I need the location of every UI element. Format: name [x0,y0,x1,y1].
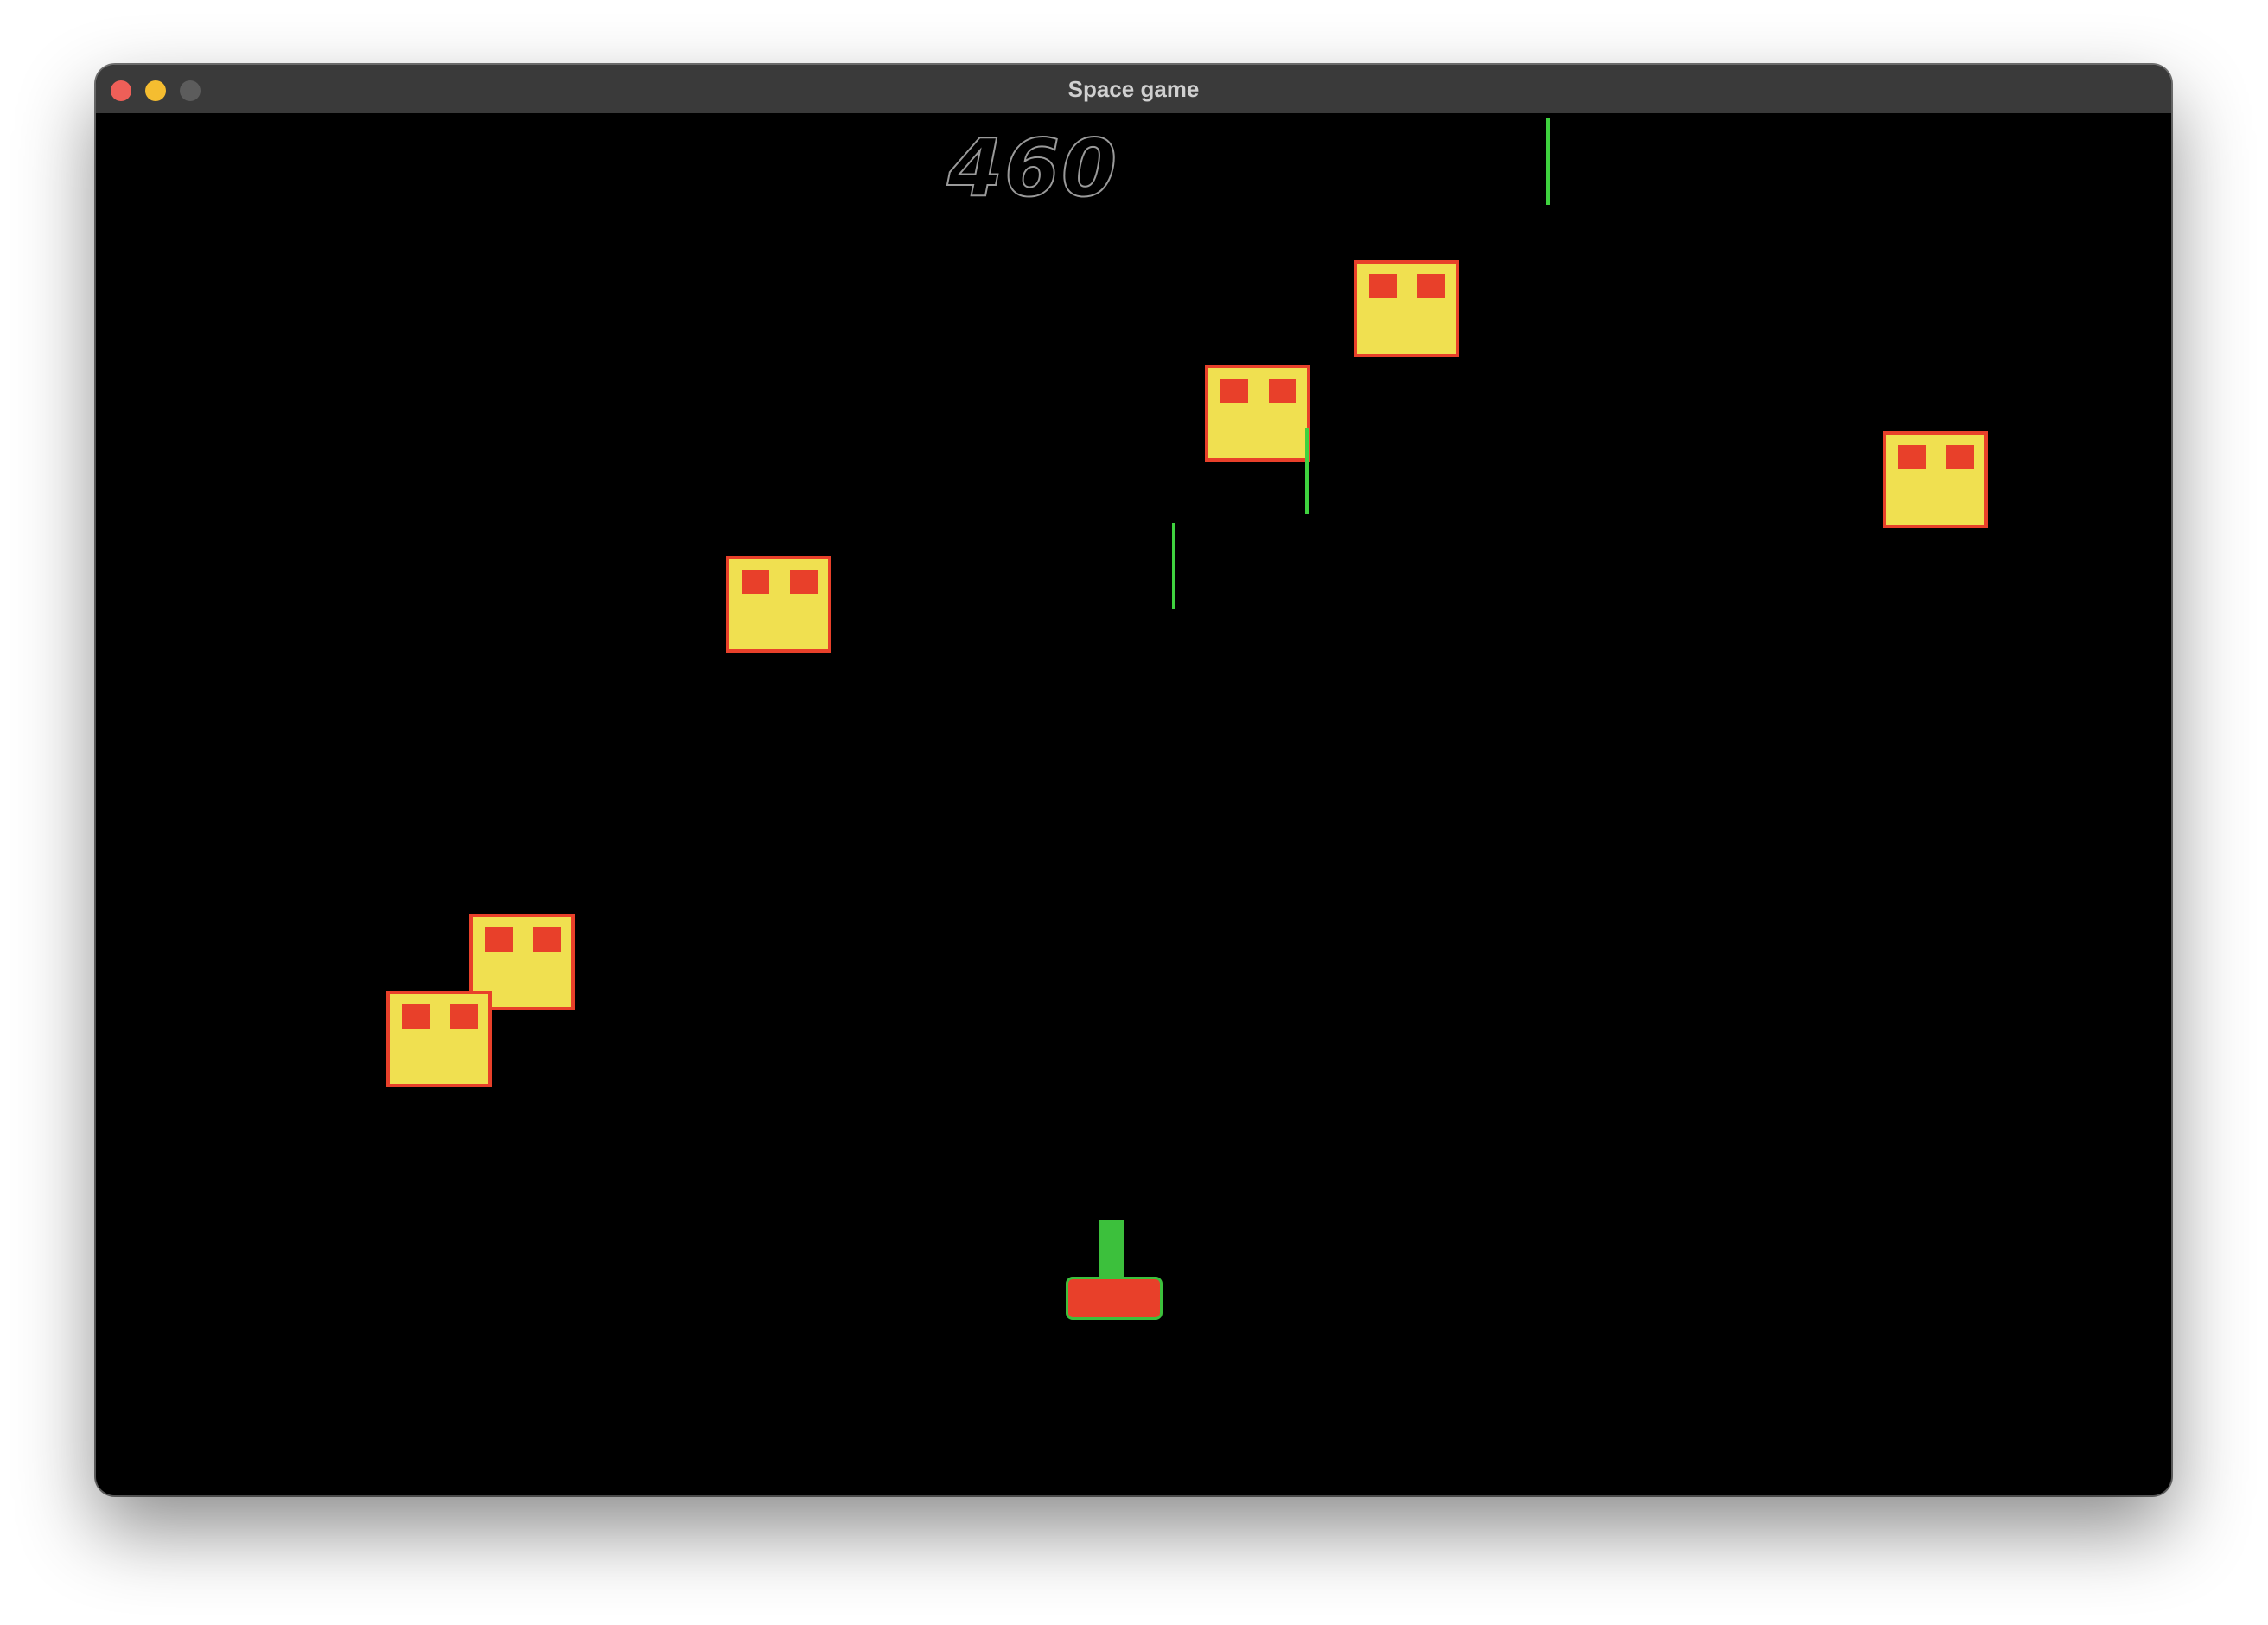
player-hull [1066,1277,1163,1320]
enemy-eye [1369,274,1397,298]
player-ship[interactable] [1066,1220,1164,1323]
enemy-eye [450,1004,478,1029]
enemy-ship [1354,260,1459,357]
enemy-eye [1220,379,1248,403]
game-window: Space game 460 [96,65,2171,1495]
enemy-ship [726,556,831,653]
player-cannon [1099,1220,1124,1282]
enemy-ship [1205,365,1310,462]
title-bar[interactable]: Space game [96,65,2171,114]
laser-shot [1305,428,1309,514]
enemy-eye [1898,445,1926,469]
laser-shot [1546,118,1550,205]
enemy-eye [533,927,561,952]
laser-shot [1172,523,1175,609]
enemy-eye [402,1004,430,1029]
score-display: 460 [946,122,1119,214]
enemy-eye [1269,379,1296,403]
enemy-eye [1946,445,1974,469]
enemy-eye [485,927,513,952]
enemy-ship [386,991,492,1087]
game-canvas[interactable]: 460 [96,113,2171,1495]
enemy-eye [1418,274,1445,298]
enemy-ship [1883,431,1988,528]
enemy-eye [790,570,818,594]
window-title: Space game [1067,76,1200,102]
enemy-eye [742,570,769,594]
